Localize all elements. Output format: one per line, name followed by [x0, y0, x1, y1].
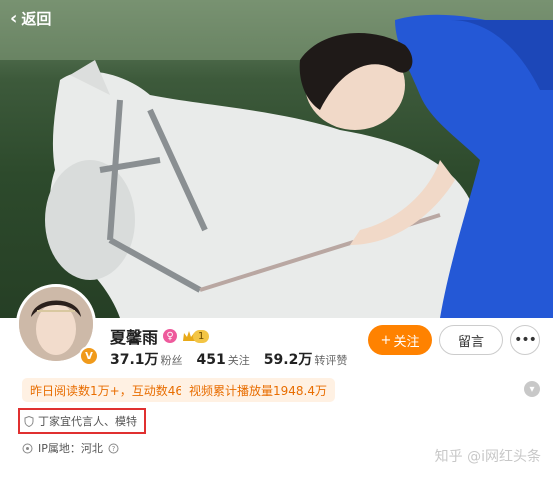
- description-highlight: 丁家宜代言人、模特: [18, 408, 146, 434]
- stat-reposts: 59.2万 转评赞: [263, 352, 348, 368]
- more-options-button[interactable]: •••: [510, 325, 540, 355]
- cover-photo: ‹ 返回: [0, 0, 553, 318]
- ellipsis-icon: •••: [514, 332, 537, 348]
- svg-text:?: ?: [112, 445, 116, 453]
- stats-row: 37.1万 粉丝 451 关注 59.2万 转评赞: [110, 349, 347, 369]
- tag-read-stats[interactable]: 昨日阅读数1万+，互动数46: [22, 378, 191, 402]
- chevron-left-icon: ‹: [10, 7, 18, 29]
- profile-name: 夏馨雨: [110, 328, 159, 347]
- back-label: 返回: [21, 10, 52, 28]
- vip-crown-icon[interactable]: 1: [182, 329, 210, 343]
- vip-level: 1: [193, 329, 210, 343]
- follow-label: 关注: [393, 334, 420, 350]
- female-icon: ♀: [163, 329, 178, 343]
- help-icon[interactable]: ?: [108, 443, 119, 454]
- ip-location: IP属地：河北 ?: [22, 440, 119, 456]
- plus-icon: +: [380, 332, 392, 348]
- shield-icon: [24, 415, 34, 427]
- description-text: 丁家宜代言人、模特: [38, 415, 137, 428]
- tag-video-stats[interactable]: 视频累计播放量1948.4万: [181, 378, 335, 402]
- location-icon: [22, 443, 33, 454]
- back-button[interactable]: ‹ 返回: [10, 8, 51, 29]
- name-row: 夏馨雨 ♀ 1: [110, 324, 210, 348]
- message-label: 留言: [457, 334, 484, 350]
- message-button[interactable]: 留言: [439, 325, 503, 355]
- follow-button[interactable]: + 关注: [368, 325, 432, 355]
- watermark: 知乎 @i网红头条: [434, 449, 541, 465]
- ip-label: IP属地：河北: [38, 442, 103, 455]
- cover-illustration: [0, 0, 553, 318]
- verified-icon: V: [79, 346, 99, 366]
- chevron-down-icon[interactable]: ▾: [524, 381, 540, 397]
- stat-following[interactable]: 451 关注: [197, 349, 250, 368]
- stat-followers[interactable]: 37.1万 粉丝: [110, 349, 183, 369]
